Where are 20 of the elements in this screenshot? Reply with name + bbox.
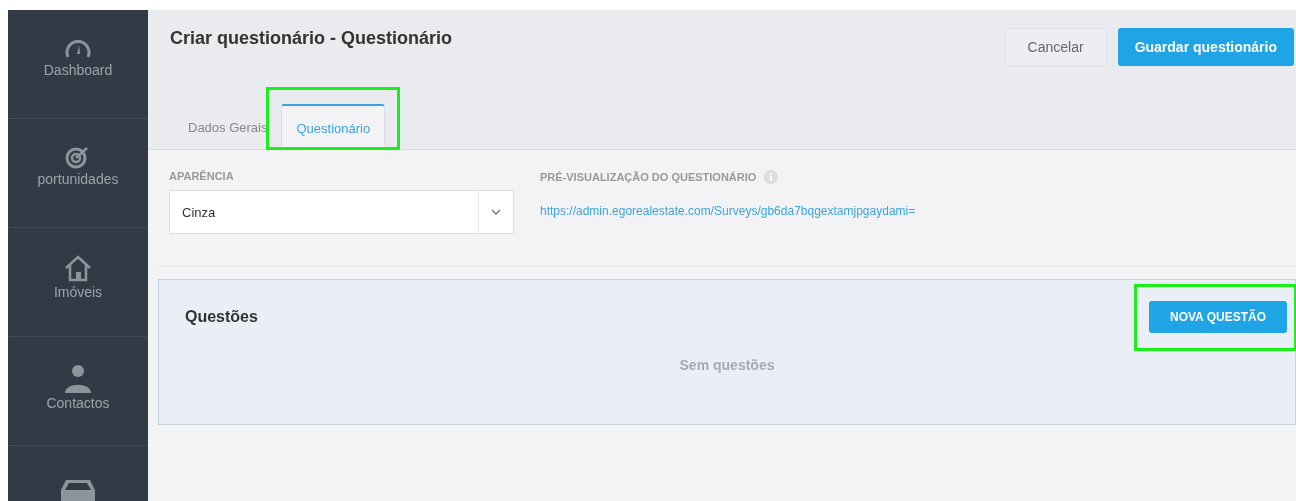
cancel-button[interactable]: Cancelar	[1004, 28, 1107, 66]
chevron-down-icon	[491, 209, 501, 215]
page-title: Criar questionário - Questionário	[170, 28, 453, 50]
tab[interactable]: Dados Gerais	[174, 104, 282, 150]
new-question-button[interactable]: NOVA QUESTÃO	[1149, 301, 1287, 333]
sidebar-item[interactable]: portunidades	[37, 171, 119, 187]
person-icon	[63, 363, 93, 393]
sidebar-item[interactable]: Contactos	[46, 395, 110, 411]
empty-message: Sem questões	[679, 357, 775, 373]
info-icon	[764, 170, 779, 184]
survey-link[interactable]: https://admin.egorealestate.com/Surveys/gb6da7bqgextamjpgaydami=	[540, 204, 916, 218]
sidebar-item[interactable]: Dashboard	[43, 62, 113, 78]
house-icon	[63, 254, 93, 282]
field-label: PRÉ-VISUALIZAÇÃO DO QUESTIONÁRIO	[540, 171, 757, 183]
tab[interactable]: Questionário	[281, 104, 386, 150]
sidebar-item[interactable]: Imóveis	[53, 284, 103, 300]
appearance-select[interactable]: Cinza	[169, 190, 514, 234]
save-button[interactable]: Guardar questionário	[1117, 28, 1294, 66]
field-label: APARÊNCIA	[169, 170, 235, 182]
section-title: Questões	[185, 308, 258, 326]
